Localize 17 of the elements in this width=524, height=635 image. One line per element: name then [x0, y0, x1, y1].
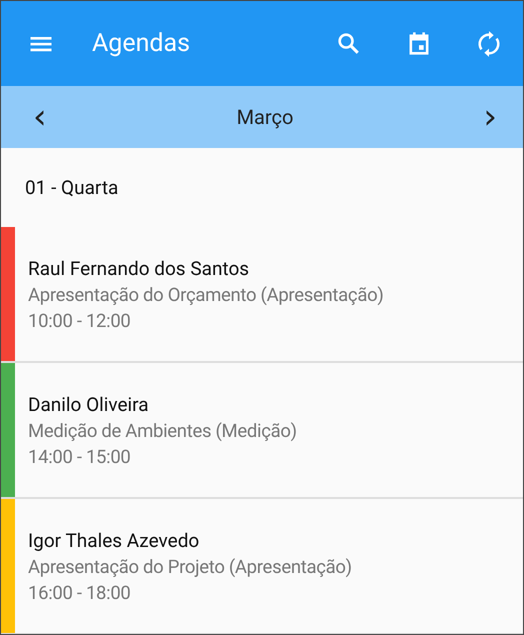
activity-text: Apresentação do Orçamento (Apresentação) — [28, 284, 384, 306]
month-label: Março — [236, 105, 294, 129]
time-text: 14:00 - 15:00 — [28, 446, 131, 468]
app-title: Agendas — [92, 29, 192, 58]
client-name: Danilo Oliveira — [28, 392, 149, 416]
activity-text: Medição de Ambientes (Medição) — [28, 420, 297, 442]
time-text: 10:00 - 12:00 — [28, 310, 131, 332]
client-name: Igor Thales Azevedo — [28, 528, 200, 552]
day-header: 01 - Quarta — [24, 175, 120, 201]
appointment-item[interactable]: Igor Thales Azevedo Apresentação do Projeto (Apresentação) 16:00 - 18:00 — [1, 499, 523, 634]
client-name: Raul Fernando dos Santos — [28, 256, 250, 280]
appointment-item[interactable]: Danilo Oliveira Medição de Ambientes (Medição) 14:00 - 15:00 — [1, 363, 523, 499]
next-month-button[interactable]: › — [477, 100, 503, 134]
previous-month-button[interactable]: ‹ — [27, 100, 53, 134]
appointment-item[interactable]: Raul Fernando dos Santos Apresentação do Orçamento (Apresentação) 10:00 - 12:00 — [1, 227, 523, 363]
time-text: 16:00 - 18:00 — [28, 582, 131, 604]
activity-text: Apresentação do Projeto (Apresentação) — [28, 556, 352, 578]
